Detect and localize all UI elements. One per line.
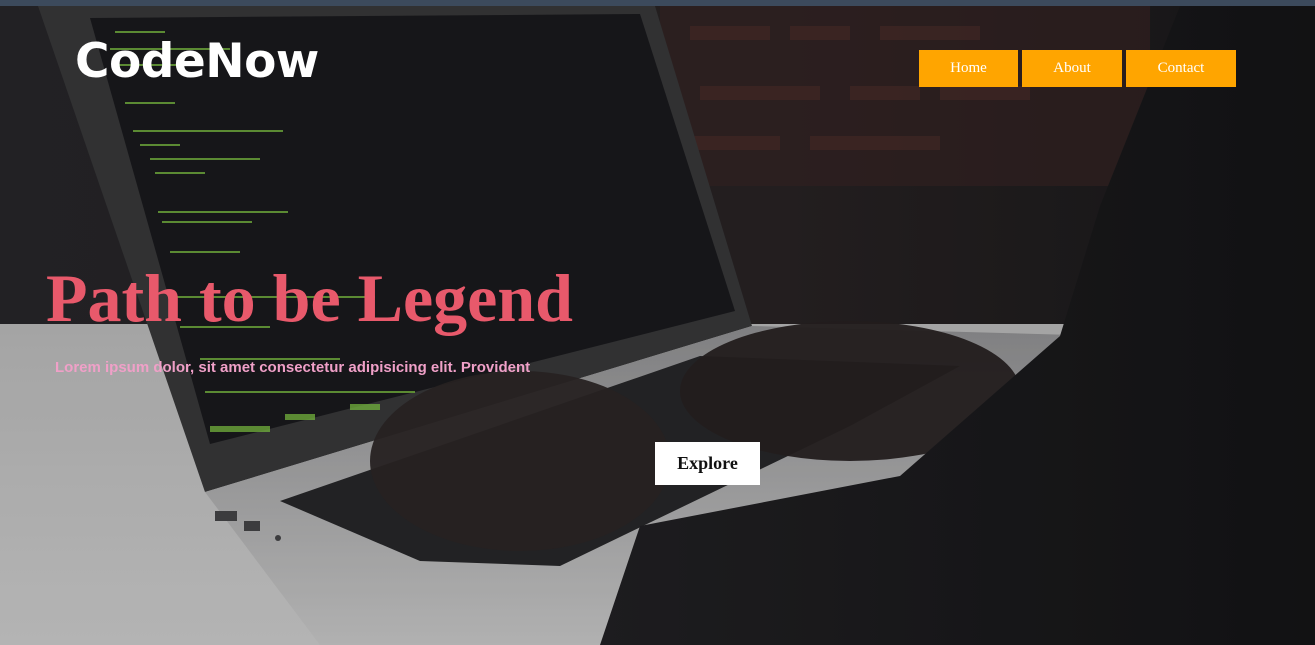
brand-logo[interactable]: CodeNow [75,38,319,85]
nav-contact-button[interactable]: Contact [1126,50,1236,87]
nav-about-button[interactable]: About [1022,50,1122,87]
main-nav: Home About Contact [919,50,1236,87]
hero-headline: Path to be Legend [46,260,573,336]
hero-tagline: Lorem ipsum dolor, sit amet consectetur … [55,359,531,376]
explore-button[interactable]: Explore [655,442,760,485]
nav-home-button[interactable]: Home [919,50,1018,87]
hero-section: CodeNow Home About Contact Path to be Le… [0,0,1315,645]
